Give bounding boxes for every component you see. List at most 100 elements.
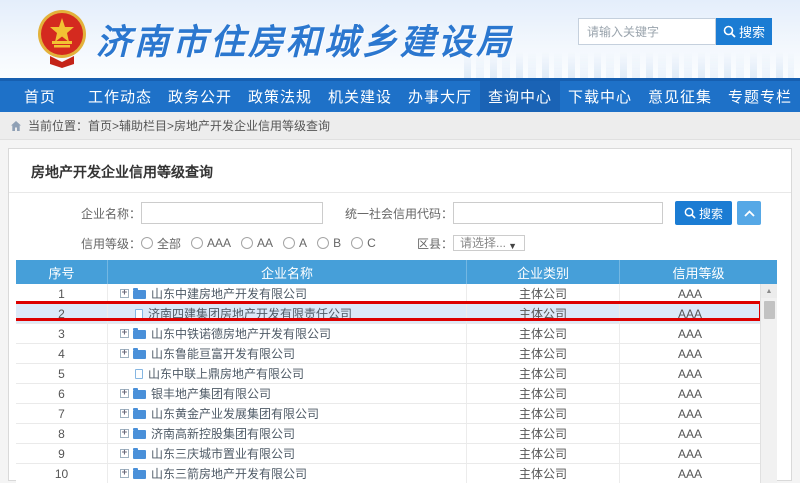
credit-level-option[interactable]: C <box>351 236 376 250</box>
expand-icon[interactable]: + <box>120 469 129 478</box>
credit-level-option[interactable]: AAA <box>191 236 231 250</box>
nav-item-10[interactable]: 专题专栏 <box>720 81 800 112</box>
credit-code-input[interactable] <box>453 202 663 224</box>
company-name[interactable]: 山东三箭房地产开发有限公司 <box>151 465 307 482</box>
company-name[interactable]: 银丰地产集团有限公司 <box>151 385 271 402</box>
row-index: 6 <box>16 384 108 403</box>
company-cell: + 山东中建房地产开发有限公司 <box>108 284 467 303</box>
nav-item-4[interactable]: 政策法规 <box>240 81 320 112</box>
breadcrumb-text[interactable]: 当前位置：首页>辅助栏目>房地产开发企业信用等级查询 <box>28 117 330 134</box>
table-row[interactable]: 7+山东黄金产业发展集团有限公司主体公司AAA <box>16 404 760 424</box>
table-scrollbar[interactable]: ▲ <box>760 284 777 483</box>
company-type: 主体公司 <box>467 344 620 363</box>
company-cell: + 银丰地产集团有限公司 <box>108 384 467 403</box>
expand-icon[interactable]: + <box>120 329 129 338</box>
credit-level: AAA <box>620 464 760 483</box>
folder-icon <box>133 450 146 459</box>
file-icon <box>135 309 143 319</box>
scrollbar-up-button[interactable]: ▲ <box>761 284 777 298</box>
company-type: 主体公司 <box>467 324 620 343</box>
company-name[interactable]: 济南高新控股集团有限公司 <box>151 425 295 442</box>
row-index: 7 <box>16 404 108 423</box>
company-cell: 济南四建集团房地产开发有限责任公司 <box>108 304 467 323</box>
table-row[interactable]: 3+山东中铁诺德房地产开发有限公司主体公司AAA <box>16 324 760 344</box>
credit-level-option[interactable]: B <box>317 236 341 250</box>
radio-circle-icon[interactable] <box>141 237 153 249</box>
radio-label: A <box>299 236 307 250</box>
nav-item-9[interactable]: 意见征集 <box>640 81 720 112</box>
col-header-index: 序号 <box>16 260 108 284</box>
site-search-input[interactable] <box>578 18 716 45</box>
city-skyline-decoration <box>464 52 794 78</box>
radio-circle-icon[interactable] <box>351 237 363 249</box>
query-search-button[interactable]: 搜索 <box>675 201 732 225</box>
table-row[interactable]: 10+山东三箭房地产开发有限公司主体公司AAA <box>16 464 760 483</box>
expand-icon[interactable]: + <box>120 429 129 438</box>
credit-level: AAA <box>620 404 760 423</box>
radio-label: C <box>367 236 376 250</box>
table-header: 序号 企业名称 企业类别 信用等级 <box>16 260 777 284</box>
radio-circle-icon[interactable] <box>317 237 329 249</box>
radio-circle-icon[interactable] <box>283 237 295 249</box>
national-emblem-logo <box>36 8 88 68</box>
company-cell: + 山东鲁能亘富开发有限公司 <box>108 344 467 363</box>
credit-level-label: 信用等级： <box>9 235 141 252</box>
company-type: 主体公司 <box>467 304 620 323</box>
company-name[interactable]: 山东中铁诺德房地产开发有限公司 <box>151 325 331 342</box>
table-row[interactable]: 5山东中联上鼎房地产有限公司主体公司AAA <box>16 364 760 384</box>
radio-label: B <box>333 236 341 250</box>
site-search-button[interactable]: 搜索 <box>716 18 772 45</box>
expand-icon[interactable]: + <box>120 349 129 358</box>
nav-item-1[interactable]: 首页 <box>0 81 80 112</box>
company-name[interactable]: 山东三庆城市置业有限公司 <box>151 445 295 462</box>
table-row[interactable]: 8+济南高新控股集团有限公司主体公司AAA <box>16 424 760 444</box>
expand-icon[interactable]: + <box>120 449 129 458</box>
folder-icon <box>133 410 146 419</box>
col-header-level: 信用等级 <box>620 260 777 284</box>
expand-icon[interactable]: + <box>120 409 129 418</box>
nav-item-8[interactable]: 下载中心 <box>560 81 640 112</box>
company-type: 主体公司 <box>467 284 620 303</box>
folder-icon <box>133 430 146 439</box>
company-name[interactable]: 山东黄金产业发展集团有限公司 <box>151 405 319 422</box>
table-row[interactable]: 9+山东三庆城市置业有限公司主体公司AAA <box>16 444 760 464</box>
nav-item-7[interactable]: 查询中心 <box>480 81 560 112</box>
company-name[interactable]: 山东中建房地产开发有限公司 <box>151 285 307 302</box>
district-select[interactable]: 请选择... ▼ <box>453 235 525 251</box>
company-name[interactable]: 济南四建集团房地产开发有限责任公司 <box>148 305 352 322</box>
credit-level: AAA <box>620 424 760 443</box>
table-row[interactable]: 6+银丰地产集团有限公司主体公司AAA <box>16 384 760 404</box>
radio-label: 全部 <box>157 235 181 252</box>
company-cell: + 山东三箭房地产开发有限公司 <box>108 464 467 483</box>
company-type: 主体公司 <box>467 424 620 443</box>
credit-level-radio-group: 全部AAAAAABC <box>141 235 386 252</box>
credit-level-option[interactable]: 全部 <box>141 235 181 252</box>
result-table: 序号 企业名称 企业类别 信用等级 1+山东中建房地产开发有限公司主体公司AAA… <box>16 260 777 483</box>
form-row-2: 信用等级： 全部AAAAAABC 区县： 请选择... ▼ <box>9 230 791 256</box>
site-search-button-label: 搜索 <box>739 22 765 41</box>
company-name[interactable]: 山东中联上鼎房地产有限公司 <box>148 365 304 382</box>
nav-item-2[interactable]: 工作动态 <box>80 81 160 112</box>
credit-level: AAA <box>620 324 760 343</box>
company-name[interactable]: 山东鲁能亘富开发有限公司 <box>151 345 295 362</box>
district-select-value: 请选择... <box>460 236 506 250</box>
folder-icon <box>133 330 146 339</box>
credit-level-option[interactable]: AA <box>241 236 273 250</box>
credit-level-option[interactable]: A <box>283 236 307 250</box>
company-name-input[interactable] <box>141 202 323 224</box>
district-label: 区县： <box>386 235 453 252</box>
radio-circle-icon[interactable] <box>191 237 203 249</box>
radio-circle-icon[interactable] <box>241 237 253 249</box>
page-title: 房地产开发企业信用等级查询 <box>9 149 791 193</box>
nav-item-6[interactable]: 办事大厅 <box>400 81 480 112</box>
expand-icon[interactable]: + <box>120 289 129 298</box>
nav-item-5[interactable]: 机关建设 <box>320 81 400 112</box>
collapse-form-button[interactable] <box>737 201 761 225</box>
table-row[interactable]: 4+山东鲁能亘富开发有限公司主体公司AAA <box>16 344 760 364</box>
col-header-company: 企业名称 <box>108 260 467 284</box>
expand-icon[interactable]: + <box>120 389 129 398</box>
table-row[interactable]: 1+山东中建房地产开发有限公司主体公司AAA <box>16 284 760 304</box>
nav-item-3[interactable]: 政务公开 <box>160 81 240 112</box>
table-row[interactable]: 2济南四建集团房地产开发有限责任公司主体公司AAA <box>16 304 760 324</box>
scrollbar-thumb[interactable] <box>764 301 775 319</box>
